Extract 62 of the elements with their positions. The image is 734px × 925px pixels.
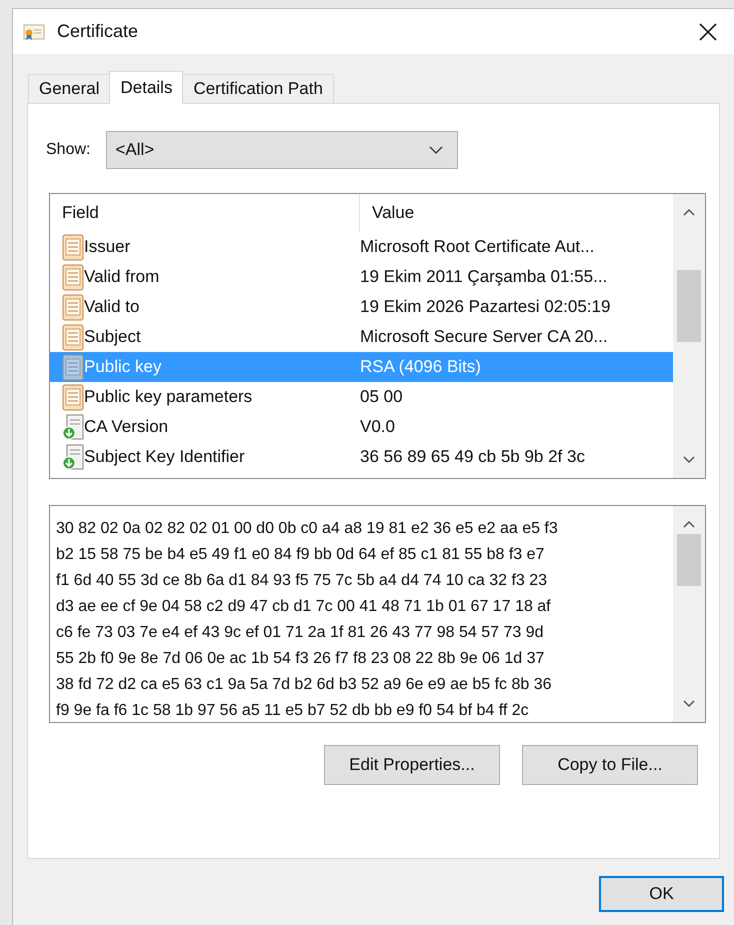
field-name: Valid to	[84, 296, 140, 318]
list-row[interactable]: Valid from 19 Ekim 2011 Çarşamba 01:55...	[50, 262, 673, 292]
ok-button[interactable]: OK	[599, 876, 724, 912]
value-detail-box[interactable]	[49, 505, 706, 723]
scroll-down-icon	[683, 456, 695, 464]
list-row[interactable]: Subject Microsoft Secure Server CA 20...	[50, 322, 673, 352]
scrollbar[interactable]	[673, 506, 705, 722]
tab[interactable]: Details	[109, 71, 184, 104]
column-header[interactable]: Field	[50, 194, 360, 232]
close-icon	[699, 22, 717, 40]
document-icon	[62, 354, 84, 380]
field-value: Microsoft Root Certificate Aut...	[360, 236, 594, 258]
hex-line: f1 6d 40 55 3d ce 8b 6a d1 84 93 f5 75 7c 5b a4 d4 74 10 ca 32 f3 23	[56, 571, 548, 591]
document-icon	[62, 264, 84, 290]
hex-line: 55 2b f0 9e 8e 7d 06 0e ac 1b 54 f3 26 f7 f8 23 08 22 8b 9e 06 1d 37	[56, 649, 546, 669]
window-title: Certificate	[57, 20, 138, 43]
scroll-up-icon	[683, 208, 695, 216]
hex-line: b2 15 58 75 be b4 e5 49 f1 e0 84 f9 bb 0d 64 ef 85 c1 81 55 b8 f3 e7	[56, 545, 546, 565]
list-row[interactable]: Public key parameters 05 00	[50, 382, 673, 412]
field-name: Public key parameters	[84, 386, 254, 408]
field-value: V0.0	[360, 416, 395, 438]
tab[interactable]: Certification Path	[182, 74, 334, 103]
show-dropdown[interactable]: <All>	[106, 131, 458, 169]
certificate-icon	[23, 22, 45, 40]
document-icon	[62, 234, 84, 260]
field-name: Issuer	[84, 236, 132, 258]
hex-line: d3 ae ee cf 9e 04 58 c2 d9 47 cb d1 7c 00 41 48 71 1b 01 67 17 18 af	[56, 597, 552, 617]
field-name: Subject	[84, 326, 142, 348]
scroll-thumb[interactable]	[677, 534, 701, 586]
copy-to-file-button[interactable]: Copy to File...	[522, 745, 698, 785]
field-value: RSA (4096 Bits)	[360, 356, 481, 378]
list-row[interactable]: Subject Key Identifier 36 56 89 65 49 cb 5b 9b 2f 3c	[50, 442, 673, 472]
field-value: Microsoft Secure Server CA 20...	[360, 326, 608, 348]
hex-line: 30 82 02 0a 02 82 02 01 00 d0 0b c0 a4 a8 19 81 e2 36 e5 e2 aa e5 f3	[56, 519, 559, 539]
document-icon	[62, 384, 84, 410]
document-arrow-icon	[62, 444, 84, 470]
field-name: Subject Key Identifier	[84, 446, 246, 468]
field-value: 19 Ekim 2026 Pazartesi 02:05:19	[360, 296, 610, 318]
field-value: 36 56 89 65 49 cb 5b 9b 2f 3c	[360, 446, 585, 468]
field-name: Valid from	[84, 266, 160, 288]
tab[interactable]: General	[28, 74, 110, 103]
document-icon	[62, 294, 84, 320]
document-icon	[62, 324, 84, 350]
chevron-down-icon	[429, 146, 444, 154]
edit-properties-button[interactable]: Edit Properties...	[324, 745, 500, 785]
scroll-thumb[interactable]	[677, 270, 701, 342]
field-value: 19 Ekim 2011 Çarşamba 01:55...	[360, 266, 608, 288]
list-row[interactable]: Issuer Microsoft Root Certificate Aut...	[50, 232, 673, 262]
show-label: Show:	[46, 140, 90, 160]
scroll-down-icon	[683, 700, 695, 708]
list-row[interactable]: CA Version V0.0	[50, 412, 673, 442]
list-row[interactable]: Valid to 19 Ekim 2026 Pazartesi 02:05:19	[50, 292, 673, 322]
field-value: 05 00	[360, 386, 403, 408]
hex-line: 38 fd 72 d2 ca e5 63 c1 9a 5a 7d b2 6d b3 52 a9 6e e9 ae b5 fc 8b 36	[56, 675, 553, 695]
scrollbar[interactable]	[673, 194, 705, 478]
scroll-up-icon	[683, 520, 695, 528]
hex-line: c6 fe 73 03 7e e4 ef 43 9c ef 01 71 2a 1f 81 26 43 77 98 54 57 73 9d	[56, 623, 545, 643]
field-name: CA Version	[84, 416, 170, 438]
column-header[interactable]: Value	[360, 194, 414, 232]
field-name: Public key	[84, 356, 162, 378]
document-arrow-icon	[62, 414, 84, 440]
hex-line: f9 9e fa f6 1c 58 1b 97 56 a5 11 e5 b7 52 db bb e9 f0 54 bf b4 ff 2c	[56, 701, 530, 721]
